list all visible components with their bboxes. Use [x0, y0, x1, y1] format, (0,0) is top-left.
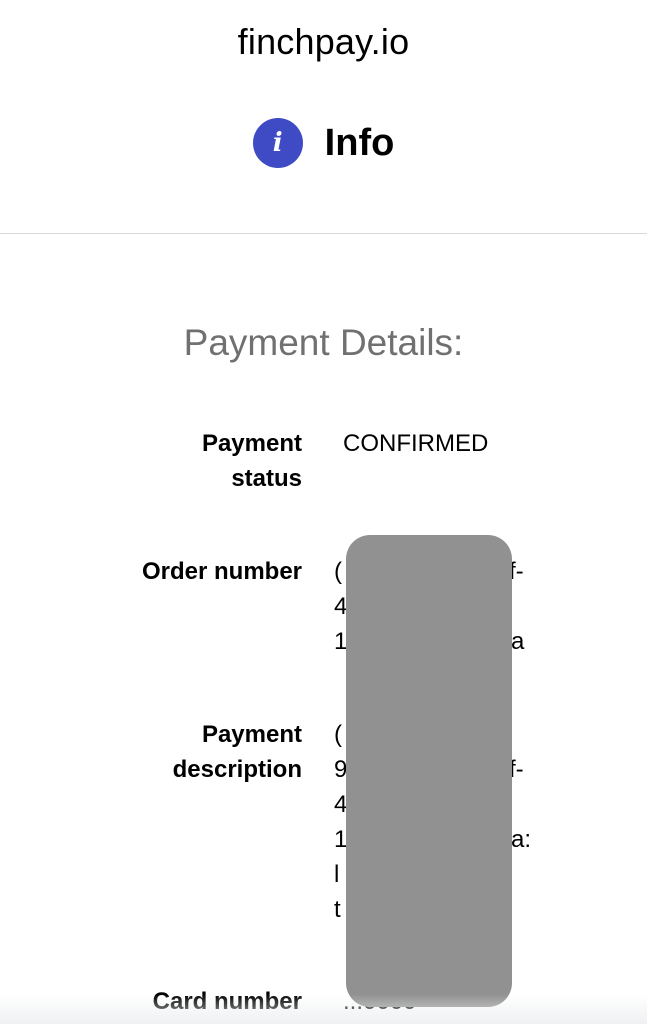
payment-description-fragment: t: [334, 896, 341, 923]
payment-status-value: CONFIRMED: [343, 430, 489, 457]
bottom-fade: [0, 994, 647, 1024]
order-number-fragment: (: [334, 558, 342, 585]
payment-details-title: Payment Details:: [183, 322, 464, 363]
payment-description-fragment: l: [334, 861, 340, 888]
redaction-block: [346, 535, 512, 1007]
order-number-label: Order number: [141, 558, 302, 585]
payment-info-page: finchpay.io i Info Payment Details: Paym…: [0, 0, 647, 1024]
info-title: Info: [324, 122, 395, 164]
info-heading: i Info: [0, 116, 647, 170]
page-header: finchpay.io i Info: [0, 0, 647, 234]
payment-status-label: Payment status: [60, 426, 302, 496]
payment-description-label-line2: description: [172, 756, 302, 783]
payment-description-fragment: (: [334, 721, 342, 748]
payment-description-label: Payment description: [60, 717, 302, 787]
payment-status-label-line2: status: [231, 465, 302, 492]
info-icon: i: [252, 118, 303, 168]
payment-status-label-line1: Payment: [201, 430, 302, 457]
info-icon-glyph: i: [272, 128, 283, 158]
payment-description-fragment: a:: [511, 826, 532, 853]
site-name: finchpay.io: [237, 21, 410, 62]
order-number-fragment: a: [511, 628, 525, 655]
payment-description-label-line1: Payment: [201, 721, 302, 748]
